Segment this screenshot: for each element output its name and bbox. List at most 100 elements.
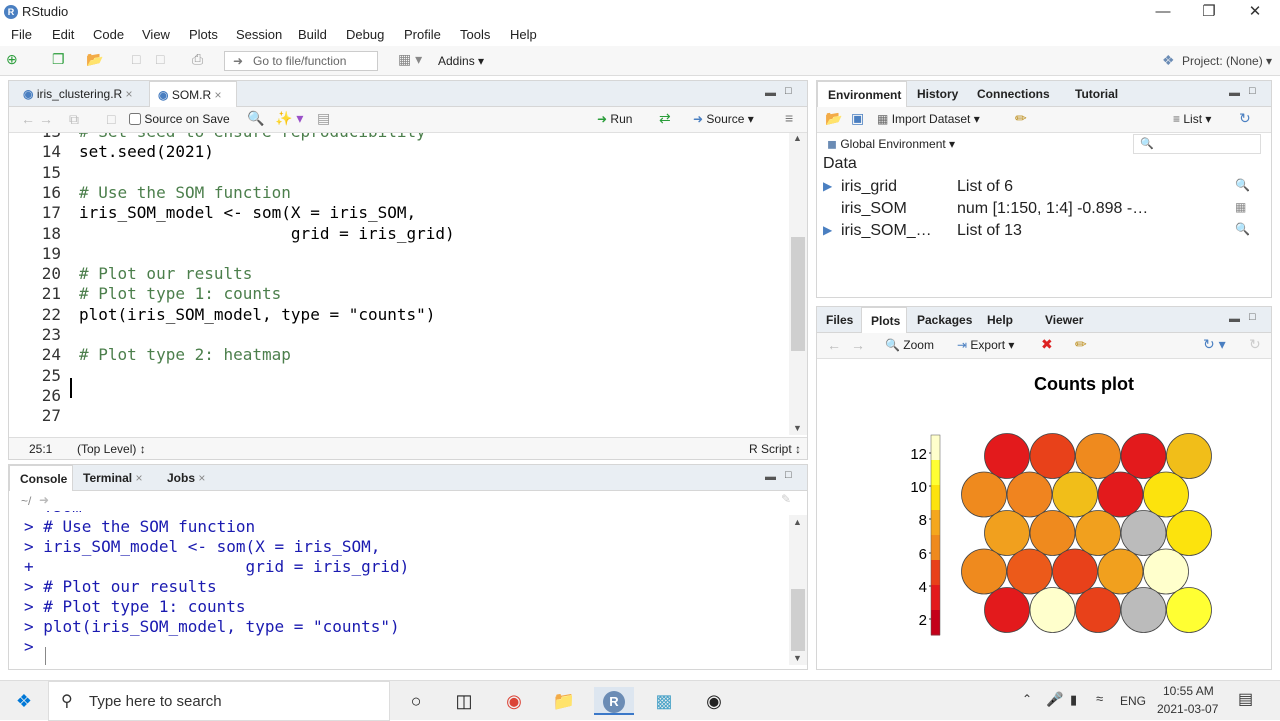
minimize-pane-icon[interactable]: ▬ xyxy=(765,471,776,483)
menu-build[interactable]: Build xyxy=(298,27,327,42)
forward-icon[interactable]: → xyxy=(39,111,53,127)
tab-files[interactable]: Files xyxy=(817,307,861,333)
compile-report-icon[interactable]: ▤ xyxy=(317,110,330,127)
menu-plots[interactable]: Plots xyxy=(189,27,218,42)
checkbox-box[interactable] xyxy=(129,113,141,125)
scope-menu[interactable]: ◼ Global Environment ▾ xyxy=(827,137,955,151)
find-icon[interactable]: 🔍 xyxy=(247,110,264,127)
environment-search-input[interactable]: 🔍 xyxy=(1133,134,1261,154)
restore-icon[interactable]: ❐ xyxy=(1186,2,1232,22)
obs-icon[interactable]: ◉ xyxy=(694,687,734,715)
tab-terminal[interactable]: Terminal × xyxy=(75,465,159,491)
maximize-pane-icon[interactable]: □ xyxy=(1249,311,1256,323)
file-type-indicator[interactable]: R Script ↕ xyxy=(749,442,801,456)
source-button[interactable]: ➜ Source ▾ xyxy=(693,112,754,126)
working-dir[interactable]: ~/ xyxy=(21,494,31,508)
close-tab-icon[interactable]: × xyxy=(135,471,142,485)
tab-som[interactable]: ◉ SOM.R × xyxy=(149,81,237,107)
file-explorer-icon[interactable]: 📁 xyxy=(544,687,584,715)
open-file-icon[interactable]: 📂 xyxy=(86,51,103,68)
save-file-icon[interactable]: □ xyxy=(107,111,115,127)
inspect-icon[interactable]: 🔍 xyxy=(1235,178,1250,192)
close-tab-icon[interactable]: × xyxy=(198,471,205,485)
clock-time[interactable]: 10:55 AM xyxy=(1163,684,1214,698)
inspect-icon[interactable]: 🔍 xyxy=(1235,222,1250,236)
tab-packages[interactable]: Packages xyxy=(909,307,981,333)
app-icon[interactable]: ▩ xyxy=(644,687,684,715)
zoom-button[interactable]: 🔍 Zoom xyxy=(885,338,934,352)
close-tab-icon[interactable]: × xyxy=(215,88,222,102)
windows-start-icon[interactable]: ❖ xyxy=(4,687,44,715)
minimize-pane-icon[interactable]: ▬ xyxy=(1229,313,1240,325)
menu-code[interactable]: Code xyxy=(93,27,124,42)
code-tools-icon[interactable]: ✨ ▾ xyxy=(275,110,303,127)
tab-plots[interactable]: Plots xyxy=(861,307,907,333)
maximize-pane-icon[interactable]: □ xyxy=(785,85,792,97)
clock-date[interactable]: 2021-03-07 xyxy=(1157,702,1218,716)
goto-dir-icon[interactable]: ➜ xyxy=(39,493,49,507)
run-button[interactable]: ➜ Run xyxy=(597,112,632,126)
menu-edit[interactable]: Edit xyxy=(52,27,74,42)
scrollbar-thumb[interactable] xyxy=(791,589,805,651)
menu-session[interactable]: Session xyxy=(236,27,282,42)
env-row[interactable]: ▶ iris_grid List of 6 🔍 xyxy=(817,177,1269,199)
tab-viewer[interactable]: Viewer xyxy=(1029,307,1093,333)
editor-scrollbar[interactable]: ▲ ▼ xyxy=(789,133,807,435)
tab-iris-clustering[interactable]: ◉ iris_clustering.R × xyxy=(13,81,147,107)
save-all-icon[interactable]: □ xyxy=(156,51,164,67)
cortana-icon[interactable]: ○ xyxy=(396,687,436,715)
view-table-icon[interactable]: ▦ xyxy=(1235,200,1246,214)
save-workspace-icon[interactable]: ▣ xyxy=(851,110,864,127)
scrollbar-thumb[interactable] xyxy=(791,237,805,351)
import-dataset-button[interactable]: ▦ Import Dataset ▾ xyxy=(877,112,980,126)
save-icon[interactable]: □ xyxy=(132,51,140,67)
menu-debug[interactable]: Debug xyxy=(346,27,384,42)
expand-icon[interactable]: ▶ xyxy=(823,223,832,237)
battery-icon[interactable]: ▮ xyxy=(1070,692,1077,708)
next-plot-icon[interactable]: → xyxy=(851,337,865,353)
broom-icon[interactable]: ✏ xyxy=(1015,110,1027,127)
goto-file-input[interactable]: ➜ Go to file/function xyxy=(224,51,378,71)
tab-history[interactable]: History xyxy=(909,81,969,107)
load-workspace-icon[interactable]: 📂 xyxy=(825,110,842,127)
minimize-icon[interactable]: — xyxy=(1140,2,1186,22)
refresh-plot-icon[interactable]: ↻ xyxy=(1249,336,1261,353)
new-file-icon[interactable]: ⊕ xyxy=(6,51,18,68)
new-project-icon[interactable]: ❐ xyxy=(52,51,65,68)
show-in-window-icon[interactable]: ⧉ xyxy=(69,111,79,128)
grid-layout-icon[interactable]: ▦ ▾ xyxy=(398,51,422,68)
project-menu[interactable]: Project: (None) ▾ xyxy=(1182,54,1272,68)
menu-tools[interactable]: Tools xyxy=(460,27,490,42)
print-icon[interactable]: ⎙ xyxy=(192,51,203,68)
rstudio-taskbar-icon[interactable]: R xyxy=(594,687,634,715)
notifications-icon[interactable]: ▤ xyxy=(1238,689,1253,709)
wifi-icon[interactable]: ≈ xyxy=(1096,691,1103,706)
task-view-icon[interactable]: ◫ xyxy=(444,687,484,715)
code-area[interactable]: 13 # Set seed to ensure reproducibility 14… xyxy=(9,133,789,435)
source-on-save-checkbox[interactable]: Source on Save xyxy=(129,112,230,126)
scope-indicator[interactable]: (Top Level) ↕ xyxy=(77,442,146,456)
maximize-pane-icon[interactable]: □ xyxy=(1249,85,1256,97)
list-view-menu[interactable]: ≡ List ▾ xyxy=(1173,112,1211,126)
addins-menu[interactable]: Addins ▾ xyxy=(438,54,484,68)
tab-tutorial[interactable]: Tutorial xyxy=(1057,81,1127,107)
expand-icon[interactable]: ▶ xyxy=(823,179,832,193)
tab-console[interactable]: Console xyxy=(9,465,73,491)
menu-profile[interactable]: Profile xyxy=(404,27,441,42)
close-icon[interactable]: ✕ xyxy=(1232,2,1278,22)
clear-plots-icon[interactable]: ✏ xyxy=(1075,336,1087,353)
menu-view[interactable]: View xyxy=(142,27,170,42)
minimize-pane-icon[interactable]: ▬ xyxy=(1229,87,1240,99)
maximize-pane-icon[interactable]: □ xyxy=(785,469,792,481)
env-row[interactable]: iris_SOM num [1:150, 1:4] -0.898 -… ▦ xyxy=(817,199,1269,221)
close-tab-icon[interactable]: × xyxy=(126,87,133,101)
prev-plot-icon[interactable]: ← xyxy=(827,337,841,353)
language-indicator[interactable]: ENG xyxy=(1120,694,1146,708)
export-button[interactable]: ⇥ Export ▾ xyxy=(957,338,1014,352)
microphone-icon[interactable]: 🎤 xyxy=(1046,691,1063,708)
tab-jobs[interactable]: Jobs × xyxy=(161,465,219,491)
minimize-pane-icon[interactable]: ▬ xyxy=(765,87,776,99)
console-output[interactable]: > !som> # Use the SOM function> iris_SOM… xyxy=(9,511,789,669)
tab-environment[interactable]: Environment xyxy=(817,81,907,107)
taskbar-search-input[interactable]: ⚲ Type here to search xyxy=(48,681,390,721)
